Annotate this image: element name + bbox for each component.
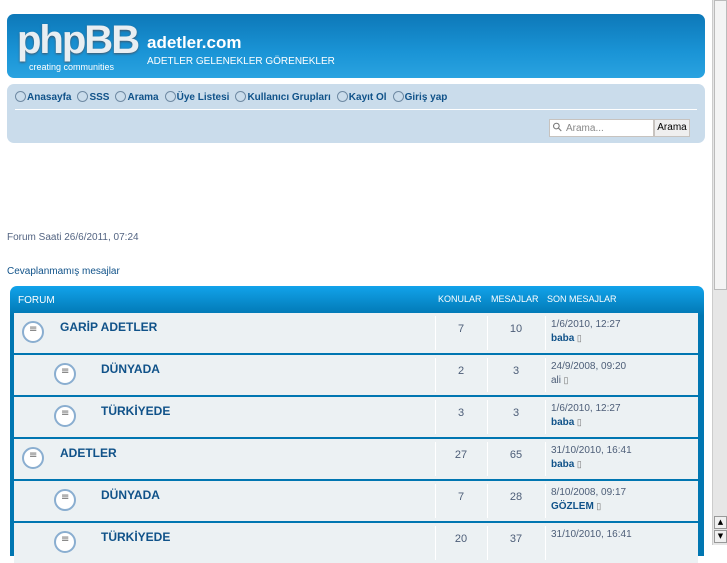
- forum-row: TÜRKİYEDE 20 37 31/10/2010, 16:41: [14, 523, 698, 563]
- divider: [545, 316, 546, 350]
- forum-icon: [54, 489, 76, 511]
- last-post-date: 31/10/2010, 16:41: [551, 529, 632, 540]
- last-post-user[interactable]: baba: [551, 459, 582, 470]
- forum-row: DÜNYADA 2 3 24/9/2008, 09:20 ali: [14, 355, 698, 395]
- last-post-date: 1/6/2010, 12:27: [551, 319, 621, 330]
- forum-icon: [54, 405, 76, 427]
- nav-item[interactable]: Kullanıcı Grupları: [235, 91, 331, 103]
- forum-title-link[interactable]: DÜNYADA: [101, 488, 160, 502]
- header-topics: KONULAR: [438, 294, 482, 304]
- last-post-date: 8/10/2008, 09:17: [551, 487, 627, 498]
- forum-row: TÜRKİYEDE 3 3 1/6/2010, 12:27 baba: [14, 397, 698, 437]
- forum-title-link[interactable]: TÜRKİYEDE: [101, 530, 170, 544]
- unanswered-link[interactable]: Cevaplanmamış mesajlar: [7, 266, 120, 277]
- nav-item[interactable]: Kayıt Ol: [336, 91, 387, 103]
- last-post-user[interactable]: GÖZLEM: [551, 501, 601, 512]
- site-header: phpBB creating communities adetler.com A…: [7, 14, 705, 78]
- forum-icon: [22, 321, 44, 343]
- forum-table: FORUM KONULAR MESAJLAR SON MESAJLAR GARİ…: [10, 286, 704, 563]
- topic-count: 20: [454, 533, 468, 545]
- last-post-date: 31/10/2010, 16:41: [551, 445, 632, 456]
- post-count: 37: [509, 533, 523, 545]
- topic-count: 7: [457, 323, 465, 335]
- register-icon: [336, 91, 348, 102]
- search-input[interactable]: Arama...: [549, 119, 654, 137]
- navbar: Anasayfa SSS Arama Üye Listesi Kullanıcı Gru…: [7, 84, 705, 143]
- post-count: 28: [509, 491, 523, 503]
- nav-item[interactable]: Üye Listesi: [164, 91, 229, 103]
- home-icon: [15, 91, 26, 102]
- phpbb-logo[interactable]: phpBB creating communities: [17, 20, 143, 72]
- nav-item[interactable]: Giriş yap: [392, 91, 447, 103]
- post-count: 10: [509, 323, 523, 335]
- forum-title-link[interactable]: GARİP ADETLER: [60, 320, 157, 334]
- last-post-user[interactable]: baba: [551, 333, 582, 344]
- search-box: Arama... Arama: [549, 119, 690, 137]
- forum-row: DÜNYADA 7 28 8/10/2008, 09:17 GÖZLEM: [14, 481, 698, 521]
- divider: [545, 400, 546, 434]
- forum-icon: [54, 531, 76, 553]
- scroll-down-button[interactable]: ▼: [714, 530, 727, 543]
- forum-icon: [22, 447, 44, 469]
- nav-item[interactable]: Arama: [115, 91, 159, 103]
- forum-row: ADETLER 27 65 31/10/2010, 16:41 baba: [14, 439, 698, 479]
- post-count: 3: [512, 407, 520, 419]
- power-icon: [392, 91, 404, 102]
- divider: [545, 358, 546, 392]
- post-count: 65: [509, 449, 523, 461]
- topic-count: 27: [454, 449, 468, 461]
- search-icon: [115, 91, 127, 102]
- last-post-date: 1/6/2010, 12:27: [551, 403, 621, 414]
- forum-icon: [54, 363, 76, 385]
- post-count: 3: [512, 365, 520, 377]
- forum-title-link[interactable]: TÜRKİYEDE: [101, 404, 170, 418]
- last-post-date: 24/9/2008, 09:20: [551, 361, 627, 372]
- scroll-up-button[interactable]: ▲: [714, 516, 727, 529]
- last-post-user[interactable]: ali: [551, 375, 568, 386]
- last-post-user[interactable]: baba: [551, 417, 582, 428]
- nav-item[interactable]: Anasayfa: [15, 91, 71, 103]
- forum-title-link[interactable]: DÜNYADA: [101, 362, 160, 376]
- divider: [545, 442, 546, 476]
- forum-title-link[interactable]: ADETLER: [60, 446, 117, 460]
- member-icon: [164, 91, 176, 102]
- site-description: ADETLER GELENEKLER GÖRENEKLER: [147, 56, 335, 67]
- divider: [15, 109, 697, 110]
- groups-icon: [235, 91, 247, 102]
- faq-icon: [77, 91, 89, 102]
- forum-time: Forum Saati 26/6/2011, 07:24: [7, 232, 139, 243]
- header-posts: MESAJLAR: [491, 294, 539, 304]
- forum-row: GARİP ADETLER 7 10 1/6/2010, 12:27 baba: [14, 313, 698, 353]
- topic-count: 2: [457, 365, 465, 377]
- scrollbar-thumb[interactable]: [714, 0, 727, 290]
- site-title: adetler.com: [147, 33, 242, 52]
- scrollbar[interactable]: ▲ ▼: [712, 0, 727, 545]
- divider: [545, 484, 546, 518]
- topic-count: 3: [457, 407, 465, 419]
- header-forum: FORUM: [18, 295, 55, 306]
- nav-item[interactable]: SSS: [77, 91, 109, 103]
- divider: [545, 526, 546, 560]
- header-last-post: SON MESAJLAR: [547, 294, 617, 304]
- topic-count: 7: [457, 491, 465, 503]
- search-button[interactable]: Arama: [654, 119, 690, 137]
